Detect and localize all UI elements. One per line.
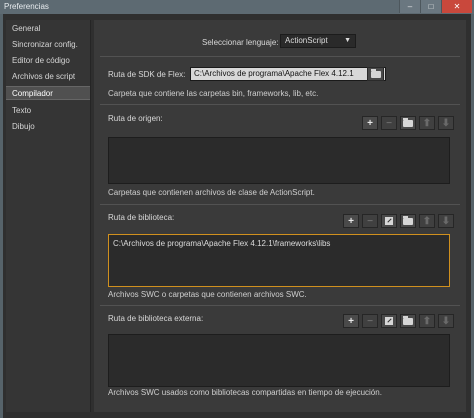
source-path-toolbar: + − ⬆ ⬇: [362, 116, 454, 130]
browse-sdk-button[interactable]: [367, 67, 384, 81]
language-select-value: ActionScript: [285, 36, 328, 45]
folder-icon: [403, 315, 413, 325]
source-path-list[interactable]: [108, 137, 450, 184]
language-label: Seleccionar lenguaje:: [202, 38, 279, 47]
library-path-hint: Archivos SWC o carpetas que contienen ar…: [108, 290, 307, 299]
sidebar-item-drawing[interactable]: Dibujo: [6, 120, 90, 134]
divider: [100, 56, 460, 57]
library-path-list[interactable]: C:\Archivos de programa\Apache Flex 4.12…: [108, 234, 450, 287]
move-up-button[interactable]: ⬆: [419, 214, 435, 228]
edit-icon: [385, 217, 393, 225]
add-library-path-button[interactable]: +: [343, 214, 359, 228]
compiler-settings-panel: Seleccionar lenguaje: ActionScript ▼ Rut…: [94, 20, 466, 412]
move-down-button[interactable]: ⬇: [438, 214, 454, 228]
sdk-path-hint: Carpeta que contiene las carpetas bin, f…: [108, 89, 319, 98]
sidebar-item-compiler[interactable]: Compilador: [6, 86, 90, 100]
remove-external-library-button[interactable]: −: [362, 314, 378, 328]
close-button[interactable]: ✕: [441, 0, 472, 13]
title-bar: Preferencias – □ ✕: [0, 0, 474, 14]
divider: [100, 305, 460, 306]
external-library-path-list[interactable]: [108, 334, 450, 387]
divider: [100, 204, 460, 205]
sidebar-item-script-files[interactable]: Archivos de script: [6, 70, 90, 84]
browse-external-library-button[interactable]: [400, 314, 416, 328]
source-path-hint: Carpetas que contienen archivos de clase…: [108, 188, 315, 197]
move-down-button[interactable]: ⬇: [438, 314, 454, 328]
move-up-button[interactable]: ⬆: [419, 116, 435, 130]
sidebar-item-text[interactable]: Texto: [6, 104, 90, 118]
remove-source-path-button[interactable]: −: [381, 116, 397, 130]
language-select[interactable]: ActionScript ▼: [280, 34, 356, 48]
add-source-path-button[interactable]: +: [362, 116, 378, 130]
divider: [100, 104, 460, 105]
folder-icon: [403, 215, 413, 225]
library-path-item[interactable]: C:\Archivos de programa\Apache Flex 4.12…: [113, 239, 330, 248]
browse-library-path-button[interactable]: [400, 214, 416, 228]
sdk-path-label: Ruta de SDK de Flex:: [108, 70, 186, 79]
window-title: Preferencias: [4, 2, 49, 11]
folder-icon: [370, 68, 381, 78]
external-library-path-label: Ruta de biblioteca externa:: [108, 314, 204, 323]
edit-library-path-button[interactable]: [381, 214, 397, 228]
move-down-button[interactable]: ⬇: [438, 116, 454, 130]
preferences-sidebar: General Sincronizar config. Editor de có…: [6, 20, 91, 412]
browse-source-path-button[interactable]: [400, 116, 416, 130]
edit-icon: [385, 317, 393, 325]
chevron-down-icon: ▼: [344, 37, 351, 44]
sidebar-item-general[interactable]: General: [6, 22, 90, 36]
remove-library-path-button[interactable]: −: [362, 214, 378, 228]
library-path-label: Ruta de biblioteca:: [108, 213, 175, 222]
sidebar-item-code-editor[interactable]: Editor de código: [6, 54, 90, 68]
external-library-path-toolbar: + − ⬆ ⬇: [343, 314, 454, 328]
sdk-path-input[interactable]: C:\Archivos de programa\Apache Flex 4.12…: [190, 67, 386, 81]
minimize-button[interactable]: –: [399, 0, 420, 13]
add-external-library-button[interactable]: +: [343, 314, 359, 328]
maximize-button[interactable]: □: [420, 0, 441, 13]
external-library-path-hint: Archivos SWC usados como bibliotecas com…: [108, 388, 382, 397]
library-path-toolbar: + − ⬆ ⬇: [343, 214, 454, 228]
edit-external-library-button[interactable]: [381, 314, 397, 328]
folder-icon: [403, 117, 413, 127]
sidebar-item-sync[interactable]: Sincronizar config.: [6, 38, 90, 52]
window-controls: – □ ✕: [399, 0, 472, 13]
move-up-button[interactable]: ⬆: [419, 314, 435, 328]
source-path-label: Ruta de origen:: [108, 114, 163, 123]
